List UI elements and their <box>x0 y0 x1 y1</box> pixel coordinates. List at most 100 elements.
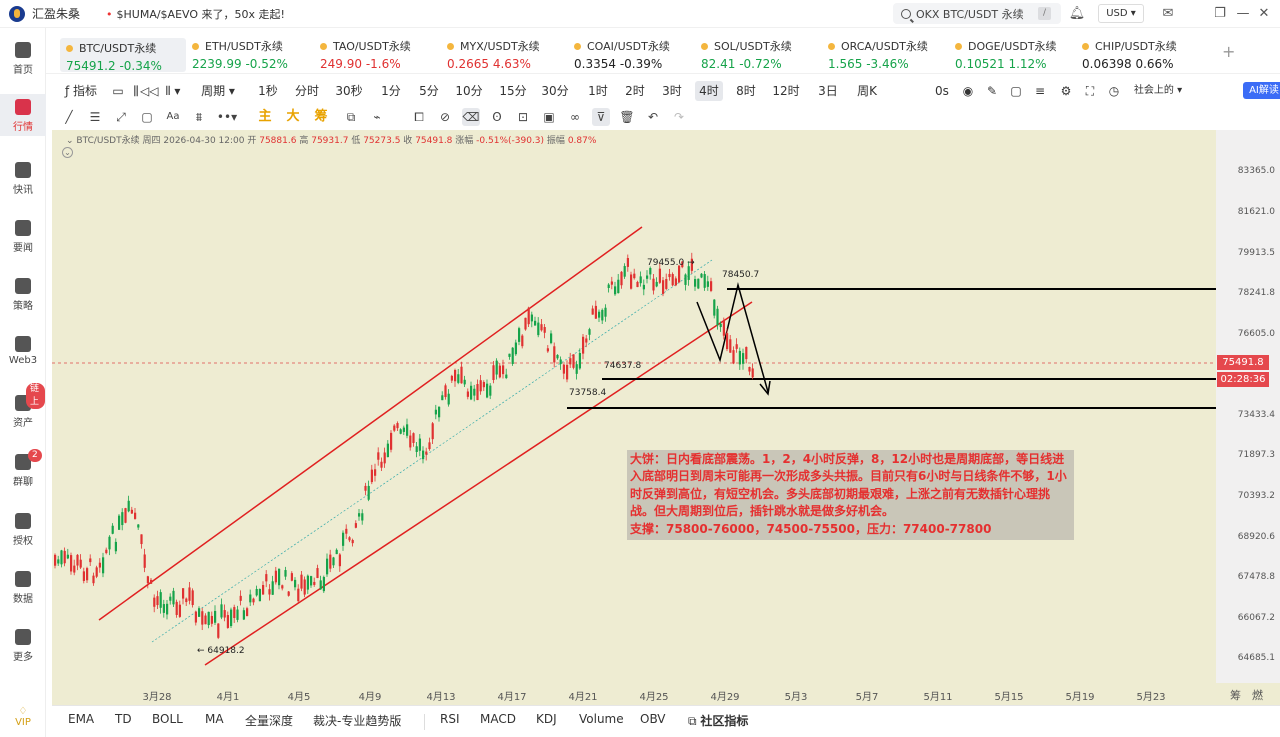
ind-boll[interactable]: BOLL <box>152 712 183 726</box>
channel-upper-line[interactable] <box>98 226 643 621</box>
ind-macd[interactable]: MACD <box>480 712 516 726</box>
ind-community[interactable]: ⧉ 社区指标 <box>688 712 748 729</box>
ind-rsi[interactable]: RSI <box>440 712 460 726</box>
sidebar-item-web3[interactable]: Web3 <box>0 336 46 366</box>
ind-ma[interactable]: MA <box>205 712 224 726</box>
sidebar-item-data[interactable]: 数据 <box>0 571 46 605</box>
hide-icon[interactable]: ▣ <box>540 108 558 126</box>
ind-volume[interactable]: Volume <box>579 712 624 726</box>
tf-10m[interactable]: 10分 <box>454 81 484 101</box>
ai-analysis-button[interactable]: AI解读 <box>1243 82 1280 99</box>
period-select[interactable]: 周期 ▾ <box>198 81 238 101</box>
tf-1m[interactable]: 1分 <box>378 81 404 101</box>
comment-icon[interactable]: ▢ <box>1008 81 1024 101</box>
analysis-note[interactable]: 大饼：日内看底部震荡。1，2，4小时反弹，8，12小时也是周期底部，等日线进入底… <box>627 450 1074 540</box>
tf-12h[interactable]: 12时 <box>772 81 800 101</box>
sidebar-item-market[interactable]: 行情 <box>0 94 46 136</box>
pen-icon[interactable]: ✎ <box>984 81 1000 101</box>
ticker-doge[interactable]: DOGE/USDT永续 0.10521 1.12% <box>955 38 1081 72</box>
lock-icon[interactable]: ⊡ <box>514 108 532 126</box>
ticker-chip[interactable]: CHIP/USDT永续 0.06398 0.66% <box>1082 38 1202 72</box>
indicator-button[interactable]: ƒ 指标 <box>58 81 104 101</box>
rectangle-icon[interactable]: ▢ <box>138 108 156 126</box>
ticker-message[interactable]: • $HUMA/$AEVO 来了，50x 走起! <box>106 6 285 22</box>
hline-icon[interactable]: ☰ <box>86 108 104 126</box>
currency-select[interactable]: USD ▾ <box>1098 4 1144 23</box>
search-input[interactable]: OKX BTC/USDT 永续 / <box>893 3 1061 24</box>
ticker-eth[interactable]: ETH/USDT永续 2239.99 -0.52% <box>192 38 312 72</box>
community-select[interactable]: 社会上的 ▾ <box>1130 81 1186 101</box>
minimize-icon[interactable]: — <box>1236 4 1250 22</box>
redo-icon[interactable]: ↷ <box>670 108 688 126</box>
trendline-icon[interactable]: ╱ <box>60 108 78 126</box>
more-tools-icon[interactable]: ••▾ <box>216 108 238 126</box>
window-mode-icon[interactable]: ❐ <box>1212 4 1228 22</box>
mode-main[interactable]: 主 <box>256 108 274 126</box>
sidebar-item-auth[interactable]: 授权 <box>0 513 46 547</box>
sidebar-item-home[interactable]: 首页 <box>0 42 46 76</box>
tf-8h[interactable]: 8时 <box>734 81 758 101</box>
cluster-icon[interactable]: ʘ <box>488 108 506 126</box>
ray-icon[interactable]: ⤢ <box>112 108 130 126</box>
tf-2h[interactable]: 2时 <box>623 81 647 101</box>
close-icon[interactable]: ✕ <box>1257 4 1271 22</box>
tf-5m[interactable]: 5分 <box>416 81 442 101</box>
sidebar-item-news[interactable]: 要闻 <box>0 220 46 254</box>
ind-td[interactable]: TD <box>115 712 132 726</box>
layout-icon[interactable]: ▭ <box>110 81 126 101</box>
add-ticker-icon[interactable]: + <box>1222 42 1235 61</box>
axis-burn-toggle[interactable]: 燃 <box>1252 687 1263 703</box>
sync-icon[interactable]: ∞ <box>566 108 584 126</box>
fullscreen-icon[interactable]: ⛶ <box>1082 81 1098 101</box>
sidebar-item-flash[interactable]: 快讯 <box>0 162 46 196</box>
ind-ema[interactable]: EMA <box>68 712 94 726</box>
bars-style-icon[interactable]: ⫴ ▾ <box>158 81 188 101</box>
ind-kdj[interactable]: KDJ <box>536 712 557 726</box>
ticker-sol[interactable]: SOL/USDT永续 82.41 -0.72% <box>701 38 821 72</box>
tf-1s[interactable]: 1秒 <box>254 81 282 101</box>
price-axis[interactable]: 83365.0 81621.0 79913.5 78241.8 76605.0 … <box>1216 130 1280 683</box>
text-tool-icon[interactable]: Aa <box>164 108 182 126</box>
tf-week[interactable]: 周K <box>854 81 880 101</box>
ind-depth[interactable]: 全量深度 <box>245 712 293 729</box>
time-axis[interactable]: 3月28 4月1 4月5 4月9 4月13 4月17 4月21 4月25 4月2… <box>52 683 1216 705</box>
settings-icon[interactable]: ⚙︎ <box>1058 81 1074 101</box>
vip-button[interactable]: ♢ VIP <box>8 706 38 728</box>
projection-path[interactable] <box>696 282 769 393</box>
sidebar-item-strategy[interactable]: 策略 <box>0 278 46 312</box>
ind-obv[interactable]: OBV <box>640 712 666 726</box>
mode-chips[interactable]: 筹 <box>312 108 330 126</box>
chart-area[interactable]: ⌄ BTC/USDT永续 周四 2026-04-30 12:00 开 75881… <box>52 130 1280 705</box>
tf-30s[interactable]: 30秒 <box>334 81 364 101</box>
tf-3h[interactable]: 3时 <box>660 81 684 101</box>
tf-1h[interactable]: 1时 <box>586 81 610 101</box>
ticker-orca[interactable]: ORCA/USDT永续 1.565 -3.46% <box>828 38 948 72</box>
undo-icon[interactable]: ↶ <box>644 108 662 126</box>
magnet-icon[interactable]: ⧉ <box>342 108 360 126</box>
ticker-tao[interactable]: TAO/USDT永续 249.90 -1.6% <box>320 38 440 72</box>
mail-icon[interactable]: ✉︎ <box>1158 4 1178 22</box>
pattern-icon[interactable]: ⩩ <box>190 108 208 126</box>
ind-verdict[interactable]: 裁决-专业趋势版 <box>313 712 401 729</box>
camera-icon[interactable]: ◉ <box>960 81 976 101</box>
ticker-btc[interactable]: BTC/USDT永续 75491.2 -0.34% <box>60 38 186 73</box>
list-icon[interactable]: ≡ <box>1032 81 1048 101</box>
axis-chips-toggle[interactable]: 筹 <box>1230 687 1241 703</box>
copy-icon[interactable]: ⧠ <box>410 108 428 126</box>
ticker-coai[interactable]: COAI/USDT永续 0.3354 -0.39% <box>574 38 694 72</box>
tf-15m[interactable]: 15分 <box>498 81 528 101</box>
link-icon[interactable]: ⊘ <box>436 108 454 126</box>
history-icon[interactable]: ◷ <box>1106 81 1122 101</box>
rewind-icon[interactable]: ◁◁ <box>140 81 158 101</box>
filter-icon[interactable]: ⊽ <box>592 108 610 126</box>
sidebar-item-more[interactable]: 更多 <box>0 629 46 663</box>
trash-icon[interactable]: 🗑︎ <box>618 108 636 126</box>
tf-4h[interactable]: 4时 <box>695 81 723 101</box>
brush-icon[interactable]: ⌁ <box>368 108 386 126</box>
eraser-icon[interactable]: ⌫ <box>462 108 480 126</box>
tf-30m[interactable]: 30分 <box>540 81 570 101</box>
mode-large[interactable]: 大 <box>284 108 302 126</box>
bell-icon[interactable]: 🔔︎ <box>1068 4 1086 22</box>
tf-timeshare[interactable]: 分时 <box>292 81 322 101</box>
ticker-myx[interactable]: MYX/USDT永续 0.2665 4.63% <box>447 38 567 72</box>
